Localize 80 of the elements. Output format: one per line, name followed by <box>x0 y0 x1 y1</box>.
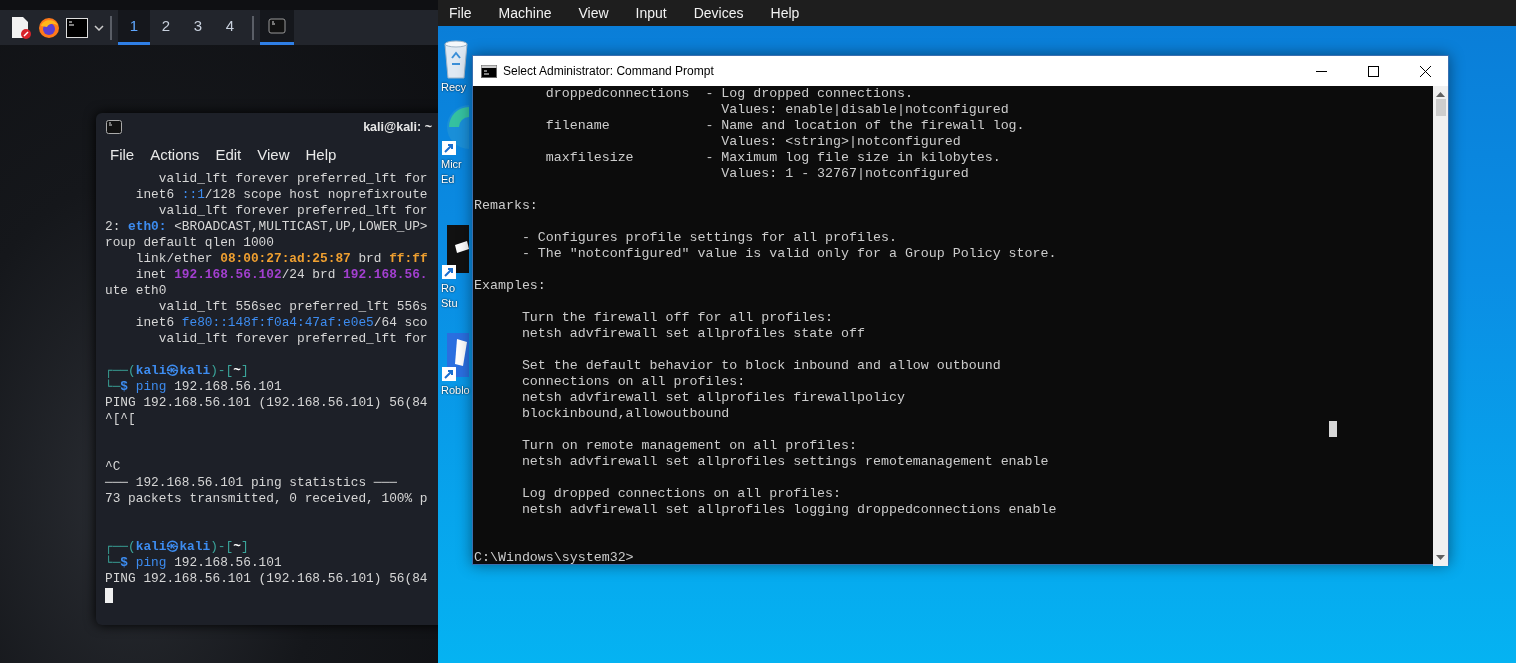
text-editor-icon[interactable] <box>10 15 32 40</box>
close-icon <box>1419 65 1431 77</box>
terminal-line: link/ether 08:00:27:ad:25:87 brd ff:ff <box>134 251 429 267</box>
terminal-line: 2: eth0: <BROADCAST,MULTICAST,UP,LOWER_UP> <box>105 219 429 235</box>
console-line: droppedconnections - Log dropped connections. <box>544 86 914 102</box>
console-line: Set the default behavior to block inbound and allow outbound <box>520 358 1002 374</box>
terminal-line: PING 192.168.56.101 (192.168.56.101) 56(84 <box>105 571 429 587</box>
desktop-icon-label[interactable]: Micr <box>441 157 462 172</box>
desktop-icon-label[interactable]: Ed <box>441 172 455 187</box>
terminal-line: ^C <box>105 459 122 475</box>
terminal-line: valid_lft 556sec preferred_lft 556s <box>157 299 429 315</box>
browser-icon[interactable] <box>38 16 60 39</box>
menu-item[interactable]: View <box>578 2 609 24</box>
window-title: Select Administrator: Command Prompt <box>503 63 715 80</box>
terminal-line: ┌──(kali㉿kali)-[~] <box>105 363 250 379</box>
console-line: - Configures profile settings for all profiles. <box>520 230 898 246</box>
menu-item[interactable]: Devices <box>693 2 744 24</box>
text-cursor <box>105 588 113 603</box>
window-title: kali@kali: ~ <box>363 118 432 136</box>
workspace-tab[interactable]: 4 <box>214 10 246 45</box>
console-line: Examples: <box>474 278 547 294</box>
console-line: Turn on remote management on all profiles: <box>520 438 858 454</box>
console-line: netsh advfirewall set allprofiles firewallpolicy <box>520 390 906 406</box>
scroll-thumb[interactable] <box>1435 99 1446 116</box>
console-line: blockinbound,allowoutbound <box>520 406 731 422</box>
console-line: netsh advfirewall set allprofiles state off <box>520 326 866 342</box>
terminal-line: ^[^[ <box>105 411 137 427</box>
console-line: Remarks: <box>474 198 539 214</box>
text-cursor <box>1329 421 1337 437</box>
console-line: netsh advfirewall set allprofiles settings remotemanagement enable <box>520 454 1050 470</box>
terminal-icon[interactable] <box>66 17 88 38</box>
terminal-line: ┌──(kali㉿kali)-[~] <box>105 539 250 555</box>
terminal-line: valid_lft forever preferred_lft for <box>157 171 429 187</box>
terminal-line: inet 192.168.56.102/24 brd 192.168.56. <box>134 267 429 283</box>
console-line: Values: 1 - 32767|notconfigured <box>720 166 970 182</box>
menu-item[interactable]: Actions <box>142 143 208 167</box>
menu-item[interactable]: Help <box>297 143 345 167</box>
scroll-down-icon[interactable] <box>1436 555 1445 561</box>
scrollbar[interactable] <box>1433 86 1448 566</box>
scroll-up-icon[interactable] <box>1436 91 1445 97</box>
console-icon <box>481 64 497 78</box>
terminal-line: └─$ ping 192.168.56.101 <box>105 555 283 571</box>
console-line: maxfilesize - Maximum log file size in kilobytes. <box>544 150 1002 166</box>
menu-item[interactable]: File <box>102 143 143 167</box>
workspace-tab[interactable]: 1 <box>118 10 150 45</box>
menu-item[interactable]: View <box>249 143 298 167</box>
maximize-icon <box>1367 65 1379 77</box>
terminal-line: └─$ ping 192.168.56.101 <box>105 379 283 395</box>
console-line: filename - Name and location of the firewall log. <box>544 118 1026 134</box>
menu-item[interactable]: File <box>449 2 472 24</box>
console-line: Log dropped connections on all profiles: <box>520 486 843 502</box>
menu-item[interactable]: Edit <box>207 143 250 167</box>
console-line: netsh advfirewall set allprofiles logging droppedconnections enable <box>520 502 1058 518</box>
console-line: Turn the firewall off for all profiles: <box>520 310 835 326</box>
taskbar-button[interactable] <box>260 10 294 45</box>
console-line: - The "notconfigured" value is valid only for a Group Policy store. <box>520 246 1058 262</box>
workspace-tab[interactable]: 3 <box>182 10 214 45</box>
terminal-line: valid_lft forever preferred_lft for <box>157 203 429 219</box>
menu-item[interactable]: Help <box>770 2 800 24</box>
terminal-line: 73 packets transmitted, 0 received, 100% p <box>105 491 429 507</box>
terminal-icon <box>106 120 122 134</box>
app-shortcut-icon[interactable] <box>441 225 469 281</box>
workspace-tab[interactable]: 2 <box>150 10 182 45</box>
console-line: C:\Windows\system32> <box>474 550 635 566</box>
console-line: Values: <string>|notconfigured <box>720 134 962 150</box>
console-line: Values: enable|disable|notconfigured <box>720 102 1010 118</box>
terminal-icon <box>268 18 286 34</box>
console-line: connections on all profiles: <box>520 374 747 390</box>
desktop-icon-label[interactable]: Recy <box>441 80 467 95</box>
terminal-line: valid_lft forever preferred_lft for <box>157 331 429 347</box>
terminal-line: PING 192.168.56.101 (192.168.56.101) 56(84 <box>105 395 429 411</box>
terminal-line: roup default qlen 1000 <box>105 235 275 251</box>
menu-item[interactable]: Input <box>635 2 667 24</box>
terminal-line: inet6 ::1/128 scope host noprefixroute <box>134 187 429 203</box>
terminal-line: ─── 192.168.56.101 ping statistics ─── <box>105 475 398 491</box>
caret-icon[interactable] <box>94 24 104 31</box>
app-shortcut-icon[interactable] <box>441 333 469 383</box>
terminal-line: inet6 fe80::148f:f0a4:47af:e0e5/64 sco <box>134 315 429 331</box>
menu-item[interactable]: Machine <box>498 2 552 24</box>
terminal-line: ute eth0 <box>105 283 168 299</box>
